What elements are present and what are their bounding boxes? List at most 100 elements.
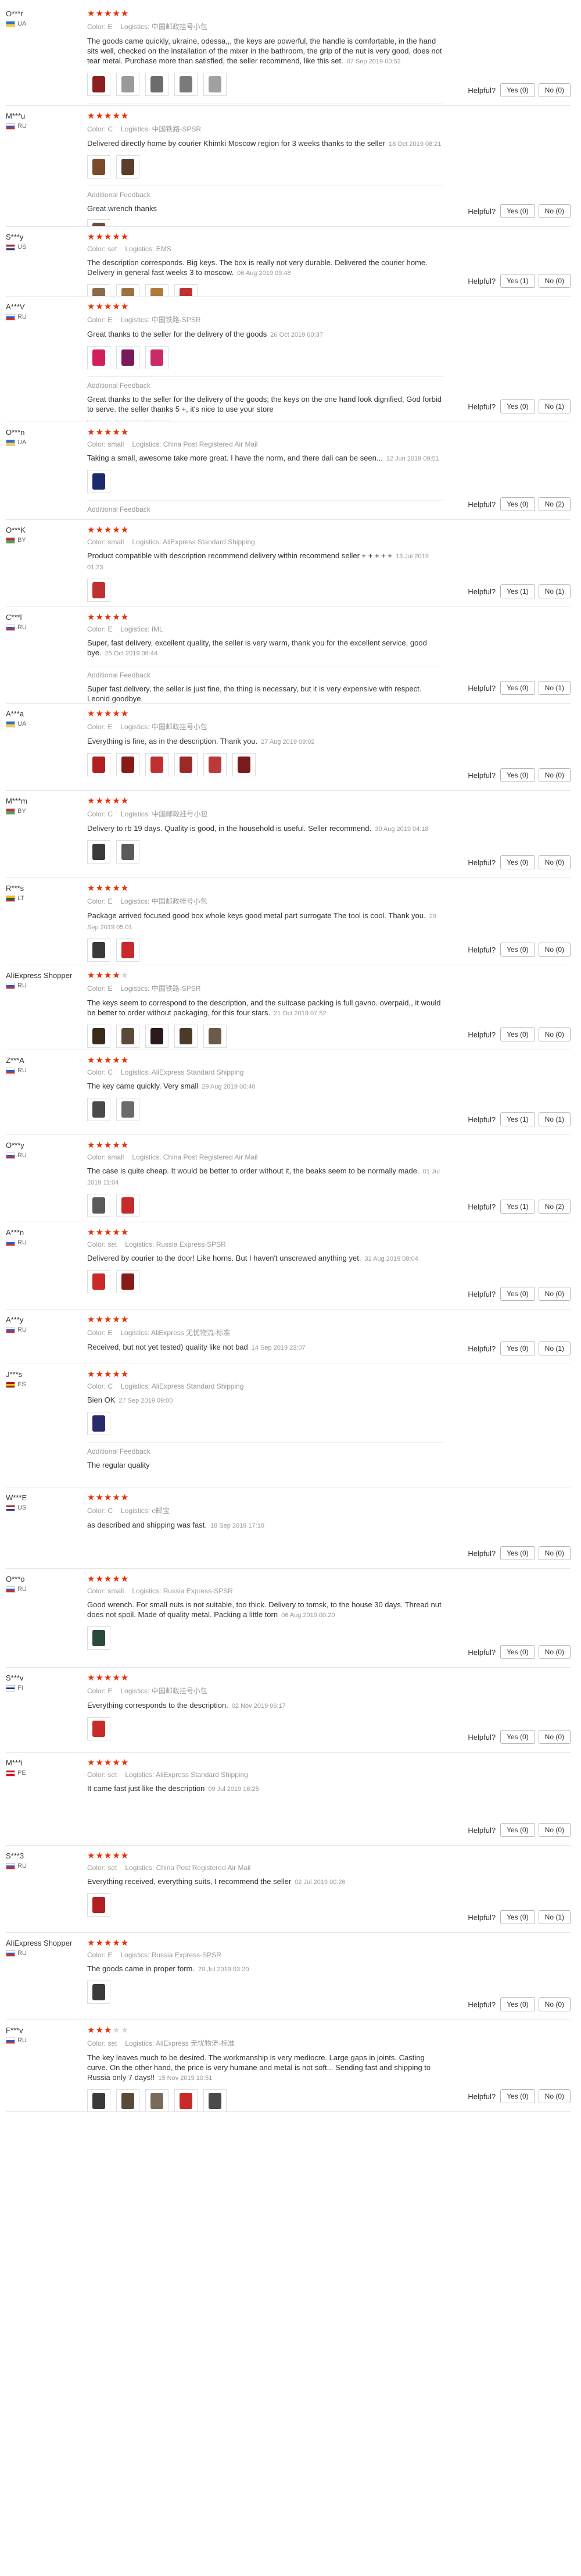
vote-no-button[interactable]: No (1) [538,584,571,598]
buyer-name[interactable]: M***m [6,797,87,805]
vote-no-button[interactable]: No (0) [538,1730,571,1744]
vote-no-button[interactable]: No (1) [538,1910,571,1924]
vote-no-button[interactable]: No (0) [538,204,571,218]
feedback-photo-thumbnail[interactable] [203,753,227,776]
feedback-photo-thumbnail[interactable] [87,1025,110,1048]
buyer-name[interactable]: S***y [6,233,87,241]
feedback-photo-thumbnail[interactable] [116,840,139,864]
vote-yes-button[interactable]: Yes (0) [500,768,535,782]
feedback-photo-thumbnail[interactable] [145,284,168,296]
buyer-name[interactable]: O***K [6,526,87,534]
vote-no-button[interactable]: No (2) [538,497,571,511]
feedback-photo-thumbnail[interactable] [116,1025,139,1048]
feedback-photo-thumbnail[interactable] [87,1098,110,1121]
vote-no-button[interactable]: No (0) [538,943,571,957]
buyer-name[interactable]: C***l [6,613,87,622]
feedback-photo-thumbnail[interactable] [87,2089,110,2111]
buyer-name[interactable]: AliExpress Shopper [6,971,87,980]
vote-no-button[interactable]: No (1) [538,1112,571,1126]
feedback-photo-thumbnail[interactable] [116,346,139,369]
feedback-photo-thumbnail[interactable] [87,579,110,602]
feedback-photo-thumbnail[interactable] [87,753,110,776]
buyer-name[interactable]: O***y [6,1141,87,1150]
feedback-photo-thumbnail[interactable] [87,1981,110,2004]
feedback-photo-thumbnail[interactable] [116,1194,139,1217]
feedback-photo-thumbnail[interactable] [174,284,198,296]
buyer-name[interactable]: S***3 [6,1851,87,1860]
vote-no-button[interactable]: No (0) [538,1546,571,1560]
feedback-photo-thumbnail[interactable] [174,73,198,96]
vote-yes-button[interactable]: Yes (0) [500,399,535,413]
vote-yes-button[interactable]: Yes (0) [500,83,535,97]
vote-yes-button[interactable]: Yes (1) [500,584,535,598]
vote-no-button[interactable]: No (0) [538,1823,571,1837]
vote-no-button[interactable]: No (0) [538,768,571,782]
vote-yes-button[interactable]: Yes (1) [500,274,535,288]
vote-yes-button[interactable]: Yes (0) [500,1910,535,1924]
feedback-photo-thumbnail[interactable] [87,346,110,369]
vote-yes-button[interactable]: Yes (0) [500,1027,535,1041]
vote-yes-button[interactable]: Yes (0) [500,2089,535,2103]
feedback-photo-thumbnail[interactable] [87,73,110,96]
vote-no-button[interactable]: No (0) [538,855,571,869]
buyer-name[interactable]: W***E [6,1493,87,1502]
vote-yes-button[interactable]: Yes (0) [500,1997,535,2011]
vote-no-button[interactable]: No (0) [538,274,571,288]
feedback-photo-thumbnail[interactable] [87,840,110,864]
vote-no-button[interactable]: No (1) [538,681,571,695]
buyer-name[interactable]: AliExpress Shopper [6,1939,87,1947]
buyer-name[interactable]: M***u [6,112,87,120]
feedback-photo-thumbnail[interactable] [145,1025,168,1048]
buyer-name[interactable]: A***V [6,302,87,311]
vote-no-button[interactable]: No (0) [538,1027,571,1041]
buyer-name[interactable]: O***n [6,428,87,437]
feedback-photo-thumbnail[interactable] [116,73,139,96]
feedback-photo-thumbnail[interactable] [116,284,139,296]
vote-no-button[interactable]: No (2) [538,1200,571,1214]
feedback-photo-thumbnail[interactable] [116,1270,139,1293]
feedback-photo-thumbnail[interactable] [87,1717,110,1740]
feedback-photo-thumbnail[interactable] [145,2089,168,2111]
buyer-name[interactable]: R***s [6,884,87,893]
feedback-photo-thumbnail[interactable] [116,155,139,179]
feedback-photo-thumbnail[interactable] [116,939,139,962]
feedback-photo-thumbnail[interactable] [145,346,168,369]
feedback-photo-thumbnail[interactable] [116,753,139,776]
vote-yes-button[interactable]: Yes (1) [500,1112,535,1126]
buyer-name[interactable]: F***v [6,2026,87,2035]
feedback-photo-thumbnail[interactable] [232,753,256,776]
feedback-photo-thumbnail[interactable] [87,1893,110,1917]
buyer-name[interactable]: O***r [6,9,87,18]
buyer-name[interactable]: J***s [6,1370,87,1379]
buyer-name[interactable]: A***a [6,709,87,718]
vote-yes-button[interactable]: Yes (0) [500,943,535,957]
feedback-photo-thumbnail[interactable] [87,219,110,226]
buyer-name[interactable]: A***y [6,1315,87,1324]
feedback-photo-thumbnail[interactable] [87,939,110,962]
vote-yes-button[interactable]: Yes (1) [500,1200,535,1214]
buyer-name[interactable]: M***i [6,1758,87,1767]
feedback-photo-thumbnail[interactable] [116,2089,139,2111]
vote-no-button[interactable]: No (0) [538,1287,571,1301]
vote-yes-button[interactable]: Yes (0) [500,681,535,695]
vote-no-button[interactable]: No (0) [538,1997,571,2011]
buyer-name[interactable]: S***v [6,1674,87,1682]
feedback-photo-thumbnail[interactable] [203,73,227,96]
buyer-name[interactable]: O***o [6,1575,87,1583]
vote-yes-button[interactable]: Yes (0) [500,1730,535,1744]
feedback-photo-thumbnail[interactable] [203,2089,227,2111]
vote-yes-button[interactable]: Yes (0) [500,497,535,511]
vote-no-button[interactable]: No (0) [538,2089,571,2103]
feedback-photo-thumbnail[interactable] [87,155,110,179]
vote-no-button[interactable]: No (1) [538,399,571,413]
feedback-photo-thumbnail[interactable] [87,284,110,296]
feedback-photo-thumbnail[interactable] [116,1098,139,1121]
feedback-photo-thumbnail[interactable] [145,753,168,776]
buyer-name[interactable]: Z***A [6,1056,87,1065]
vote-no-button[interactable]: No (0) [538,83,571,97]
feedback-photo-thumbnail[interactable] [145,73,168,96]
vote-yes-button[interactable]: Yes (0) [500,1287,535,1301]
feedback-photo-thumbnail[interactable] [203,1025,227,1048]
vote-yes-button[interactable]: Yes (0) [500,1341,535,1355]
feedback-photo-thumbnail[interactable] [174,1025,198,1048]
